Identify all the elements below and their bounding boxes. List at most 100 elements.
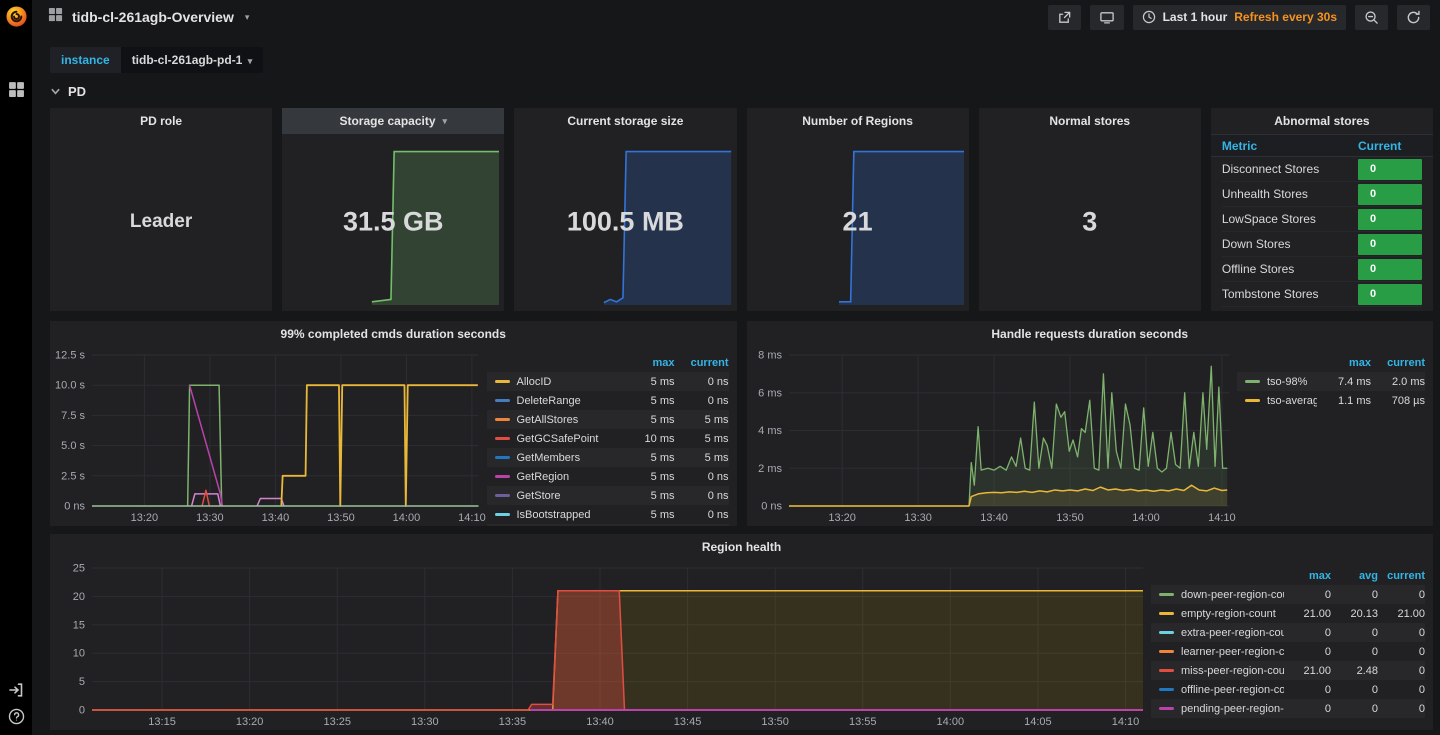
legend-column-header[interactable]: max — [1317, 357, 1371, 369]
legend-series-color-icon[interactable] — [1159, 688, 1174, 691]
chart-plot-area[interactable]: 0 5 10 15 20 25 13:15 13:20 13:25 13:30 13:35 13:40… — [50, 560, 1151, 730]
column-header: Current — [1358, 138, 1402, 153]
table-header: Metric Current — [1210, 134, 1433, 157]
legend-series-color-icon[interactable] — [494, 475, 510, 478]
legend-value: 0 ns — [707, 375, 729, 388]
panel-title[interactable]: Normal stores — [979, 108, 1201, 134]
legend-series-label[interactable]: IsBootstrapped — [487, 509, 621, 521]
legend-column-header[interactable]: current — [1371, 357, 1425, 369]
panel-title[interactable]: Storage capacity ▾ — [282, 108, 505, 134]
panel-handle-requests-duration: Handle requests duration seconds 0 ns 2 m… — [746, 321, 1434, 526]
legend-column-header[interactable]: current — [675, 357, 729, 369]
sign-in-icon[interactable] — [0, 677, 32, 703]
legend-column-header[interactable]: max — [621, 357, 674, 369]
panel-title[interactable]: Current storage size — [514, 108, 736, 134]
panel-completed-cmds-duration: 99% completed cmds duration seconds 0 ns… — [50, 321, 737, 526]
section-pd-toggle[interactable]: PD — [50, 84, 1440, 99]
share-button[interactable] — [1047, 4, 1081, 30]
legend-value: 1.1 ms — [1337, 394, 1371, 407]
legend-value: 21.00 — [1303, 607, 1331, 620]
chart-plot-area[interactable]: 0 ns 2.5 s 5.0 s 7.5 s 10.0 s 12.5 s 13:20 13:3… — [50, 347, 487, 526]
panel-abnormal-stores: Abnormal stores Metric Current Disconnec… — [1210, 108, 1433, 311]
metric-label: Offline Stores — [1221, 262, 1295, 276]
legend-series-color-icon[interactable] — [494, 494, 510, 497]
legend-value: 0 — [1324, 702, 1331, 715]
legend-series-color-icon[interactable] — [494, 399, 510, 402]
x-tick-label: 13:30 — [904, 512, 932, 524]
legend-item: empty-region-count 21.00 20.13 21.00 — [1151, 604, 1425, 623]
legend-column-header[interactable]: current — [1378, 570, 1425, 582]
legend-series-label[interactable]: DeleteRange — [487, 395, 621, 407]
legend-header: max current — [487, 354, 729, 372]
legend-value: 0 — [1324, 588, 1331, 601]
chart-plot-area[interactable]: 0 ns 2 ms 4 ms 6 ms 8 ms 13:20 13:30 13:40 13:50… — [747, 347, 1238, 526]
legend-series-label[interactable]: GetStore — [487, 490, 621, 502]
zoom-out-button[interactable] — [1355, 4, 1388, 30]
legend-column-header[interactable]: max — [1284, 570, 1331, 582]
y-tick-label: 2.5 s — [61, 470, 85, 482]
legend-value: 0 — [1418, 588, 1425, 601]
legend-item: GetMembers 5 ms 5 ms — [487, 448, 729, 467]
legend-series-label[interactable]: extra-peer-region-count — [1151, 627, 1284, 639]
legend-value: 5 ms — [650, 508, 675, 521]
grafana-logo-icon[interactable] — [0, 0, 32, 28]
legend-series-label[interactable]: down-peer-region-count — [1151, 589, 1284, 601]
refresh-button[interactable] — [1397, 4, 1430, 30]
tv-mode-button[interactable] — [1089, 4, 1124, 30]
legend-series-color-icon[interactable] — [1159, 707, 1174, 710]
x-tick-label: 14:10 — [458, 512, 486, 524]
panel-current-storage-size: Current storage size 100.5 MB — [514, 108, 737, 311]
y-tick-label: 7.5 s — [61, 410, 85, 422]
legend-series-label[interactable]: tso-98% — [1237, 376, 1317, 388]
dashboards-icon[interactable] — [0, 76, 32, 102]
panel-title[interactable]: Handle requests duration seconds — [747, 321, 1434, 347]
x-tick-label: 13:15 — [148, 716, 176, 728]
legend-series-label[interactable]: offline-peer-region-count — [1151, 684, 1284, 696]
legend-series-color-icon[interactable] — [494, 456, 510, 459]
y-tick-label: 0 ns — [64, 501, 85, 513]
legend-series-label[interactable]: tso-average — [1237, 395, 1317, 407]
legend-series-label[interactable]: GetAllStores — [487, 414, 621, 426]
dashboard-title-picker[interactable]: tidb-cl-261agb-Overview ▾ — [48, 7, 249, 27]
metric-value-cell: 0 — [1358, 233, 1422, 255]
legend-series-label[interactable]: AllocID — [487, 376, 621, 388]
table-row: Tombstone Stores 0 — [1221, 282, 1422, 307]
legend-series-color-icon[interactable] — [1245, 399, 1260, 402]
legend-series-label[interactable]: GetGCSafePoint — [487, 433, 621, 445]
panel-title[interactable]: Abnormal stores — [1211, 108, 1433, 134]
legend-item: down-peer-region-count 0 0 0 — [1151, 585, 1425, 604]
time-picker-button[interactable]: Last 1 hour Refresh every 30s — [1132, 4, 1346, 30]
legend-series-color-icon[interactable] — [1159, 669, 1174, 672]
legend-series-color-icon[interactable] — [494, 418, 510, 421]
x-tick-label: 14:10 — [1112, 716, 1140, 728]
legend-series-label[interactable]: pending-peer-region-count — [1151, 703, 1284, 715]
legend-series-label[interactable]: miss-peer-region-count — [1151, 665, 1284, 677]
legend-series-color-icon[interactable] — [1159, 612, 1174, 615]
legend-series-color-icon[interactable] — [494, 380, 510, 383]
help-icon[interactable] — [0, 703, 32, 729]
panel-title[interactable]: 99% completed cmds duration seconds — [50, 321, 737, 347]
metric-value-cell: 0 — [1358, 158, 1422, 180]
legend-series-label[interactable]: learner-peer-region-count — [1151, 646, 1284, 658]
chart-legend: maxcurrent tso-98% 7.4 ms 2.0 ms tso-average… — [1237, 347, 1433, 526]
y-tick-label: 20 — [73, 591, 85, 603]
legend-value: 0 — [1371, 683, 1378, 696]
metric-label: Disconnect Stores — [1221, 162, 1320, 176]
x-tick-label: 13:35 — [499, 716, 527, 728]
panel-title[interactable]: PD role — [50, 108, 272, 134]
legend-series-color-icon[interactable] — [494, 513, 510, 516]
legend-value: 0 ns — [707, 508, 729, 521]
legend-series-label[interactable]: GetRegion — [487, 471, 621, 483]
instance-dropdown[interactable]: tidb-cl-261agb-pd-1 ▾ — [120, 47, 264, 73]
legend-series-color-icon[interactable] — [1159, 631, 1174, 634]
legend-series-color-icon[interactable] — [1245, 380, 1260, 383]
panel-title[interactable]: Number of Regions — [747, 108, 969, 134]
legend-column-header[interactable]: avg — [1331, 570, 1378, 582]
legend-value: 5 ms — [704, 432, 729, 445]
legend-series-color-icon[interactable] — [1159, 650, 1174, 653]
legend-series-label[interactable]: GetMembers — [487, 452, 621, 464]
legend-series-label[interactable]: empty-region-count — [1151, 608, 1284, 620]
legend-series-color-icon[interactable] — [1159, 593, 1174, 596]
legend-series-color-icon[interactable] — [494, 437, 510, 440]
panel-title[interactable]: Region health — [50, 534, 1433, 560]
